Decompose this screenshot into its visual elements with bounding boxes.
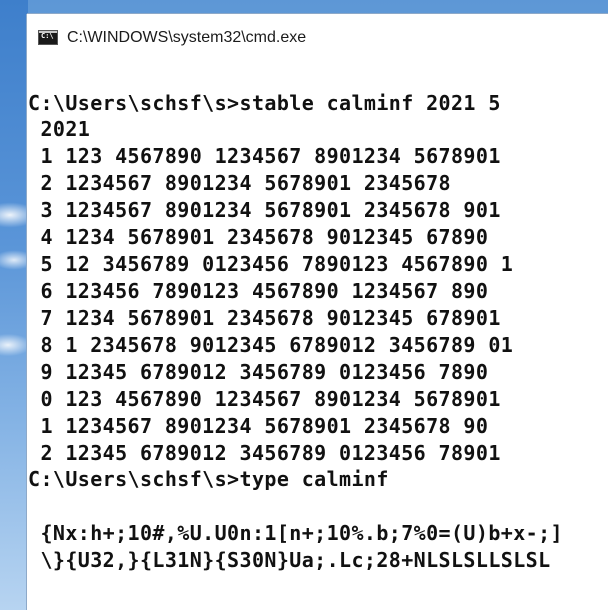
window-titlebar[interactable]: C:\ C:\WINDOWS\system32\cmd.exe	[27, 14, 608, 60]
console-line: 9 12345 6789012 3456789 0123456 7890	[28, 360, 489, 384]
console-line: 2 1234567 8901234 5678901 2345678	[28, 171, 451, 195]
console-line-file-content: {Nx:h+;10#,%U.U0n:1[n+;10%.b;7%0=(U)b+x-…	[28, 521, 563, 545]
console-line: 2 12345 6789012 3456789 0123456 78901	[28, 441, 501, 465]
window-title: C:\WINDOWS\system32\cmd.exe	[67, 29, 307, 46]
console-line: 6 123456 7890123 4567890 1234567 890	[28, 279, 489, 303]
console-line: 0 123 4567890 1234567 8901234 5678901	[28, 387, 501, 411]
console-line-year: 2021	[28, 117, 91, 141]
command-prompt-icon[interactable]: C:\	[38, 30, 58, 45]
console-line: 1 123 4567890 1234567 8901234 5678901	[28, 144, 501, 168]
console-line: 7 1234 5678901 2345678 9012345 678901	[28, 306, 501, 330]
console-line-command-stable: C:\Users\schsf\s>stable calminf 2021 5	[28, 91, 501, 115]
desktop-background	[0, 0, 28, 610]
console-line-file-content: \}{U32,}{L31N}{S30N}Ua;.Lc;28+NLSLSLLSLS…	[28, 548, 551, 572]
console-line: 8 1 2345678 9012345 6789012 3456789 01	[28, 333, 514, 357]
cmd-window[interactable]: C:\ C:\WINDOWS\system32\cmd.exe C:\Users…	[27, 14, 608, 610]
console-line-command-type: C:\Users\schsf\s>type calminf	[28, 467, 389, 491]
console-line: 1 1234567 8901234 5678901 2345678 90	[28, 414, 489, 438]
console-line: 3 1234567 8901234 5678901 2345678 901	[28, 198, 501, 222]
console-line: 5 12 3456789 0123456 7890123 4567890 1	[28, 252, 514, 276]
console-line: 4 1234 5678901 2345678 9012345 67890	[28, 225, 489, 249]
console-output[interactable]: C:\Users\schsf\s>stable calminf 2021 5 2…	[27, 60, 608, 610]
